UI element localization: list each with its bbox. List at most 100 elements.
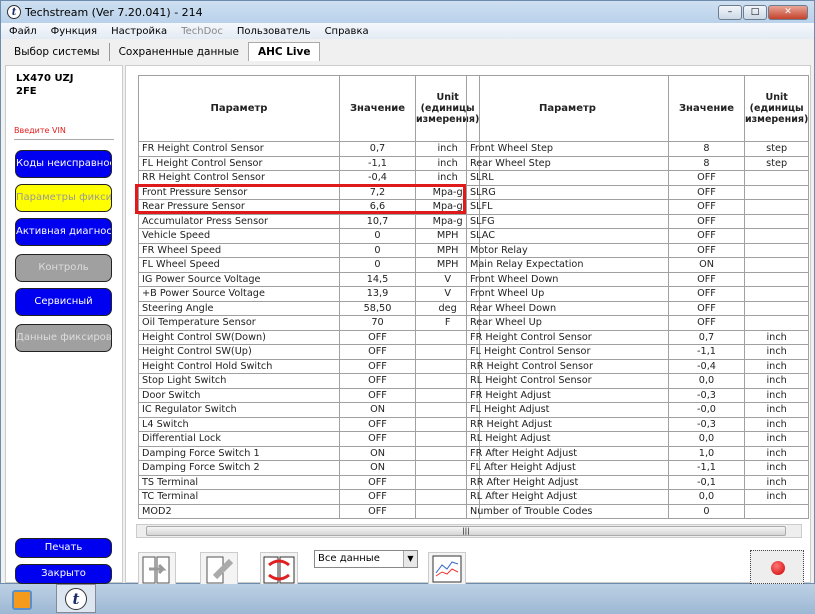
table-row[interactable]: IG Power Source Voltage 14,5 V — [138, 271, 481, 287]
table-row[interactable]: SLFL OFF — [466, 199, 810, 215]
media-player-icon[interactable] — [12, 590, 32, 610]
table-row[interactable]: Front Wheel Up OFF — [466, 286, 810, 302]
table-row[interactable]: SLAC OFF — [466, 228, 810, 244]
vin-prompt[interactable]: Введите VIN — [14, 126, 66, 135]
table-row[interactable]: Rear Wheel Down OFF — [466, 300, 810, 316]
data-filter-dropdown[interactable]: Все данные ▼ — [314, 550, 418, 568]
sort-button[interactable] — [200, 552, 238, 586]
column-header-value[interactable]: Значение — [339, 75, 416, 142]
taskbar-techstream[interactable]: t — [56, 584, 96, 613]
menu-file[interactable]: Файл — [9, 26, 37, 37]
table-row[interactable]: SLFG OFF — [466, 213, 810, 229]
print-button[interactable]: Печать — [15, 538, 112, 558]
table-row[interactable]: FL Height Control Sensor -1,1 inch — [138, 155, 481, 171]
table-row[interactable]: Oil Temperature Sensor 70 F — [138, 315, 481, 331]
cell-param: SLFL — [466, 199, 669, 215]
table-row[interactable]: Steering Angle 58,50 deg — [138, 300, 481, 316]
select-params-button[interactable] — [138, 552, 176, 586]
column-header-value[interactable]: Значение — [668, 75, 745, 142]
tab-system-select[interactable]: Выбор системы — [5, 43, 110, 61]
table-row[interactable]: Height Control SW(Down) OFF — [138, 329, 481, 345]
highlight-box — [135, 184, 466, 214]
column-header-unit[interactable]: Unit (единицы измерения) — [743, 75, 810, 142]
minimize-button[interactable]: – — [718, 5, 742, 20]
table-row[interactable]: FR Height Control Sensor 0,7 inch — [138, 141, 481, 157]
table-row[interactable]: FR Height Control Sensor 0,7 inch — [466, 329, 810, 345]
table-row[interactable]: FL Height Control Sensor -1,1 inch — [466, 344, 810, 360]
table-row[interactable]: RL Height Control Sensor 0,0 inch — [466, 373, 810, 389]
table-row[interactable]: FL Height Adjust -0,0 inch — [466, 402, 810, 418]
horizontal-scrollbar[interactable]: ||| — [136, 524, 802, 538]
chevron-down-icon[interactable]: ▼ — [403, 551, 417, 567]
table-row[interactable]: TS Terminal OFF — [138, 474, 481, 490]
table-row[interactable]: FR After Height Adjust 1,0 inch — [466, 445, 810, 461]
table-row[interactable]: FL Wheel Speed 0 MPH — [138, 257, 481, 273]
table-row[interactable]: Door Switch OFF — [138, 387, 481, 403]
table-row[interactable]: RR Height Control Sensor -0,4 inch — [466, 358, 810, 374]
table-row[interactable]: Front Wheel Down OFF — [466, 271, 810, 287]
scrollbar-thumb[interactable]: ||| — [146, 526, 786, 536]
menu-user[interactable]: Пользователь — [237, 26, 311, 37]
table-row[interactable]: Front Wheel Step 8 step — [466, 141, 810, 157]
cell-param: RR After Height Adjust — [466, 474, 669, 490]
table-row[interactable]: Rear Wheel Up OFF — [466, 315, 810, 331]
table-row[interactable]: Motor Relay OFF — [466, 242, 810, 258]
service-button[interactable]: Сервисный — [15, 288, 112, 316]
freeze-data-button[interactable]: Данные фиксированного — [15, 324, 112, 352]
table-row[interactable]: MOD2 OFF — [138, 503, 481, 519]
monitor-button[interactable]: Контроль — [15, 254, 112, 282]
table-row[interactable]: RR Height Control Sensor -0,4 inch — [138, 170, 481, 186]
menu-bar: Файл Функция Настройка TechDoc Пользоват… — [1, 23, 814, 39]
tab-saved-data[interactable]: Сохраненные данные — [110, 43, 248, 61]
table-row[interactable]: Differential Lock OFF — [138, 431, 481, 447]
close-button[interactable]: ✕ — [768, 5, 808, 20]
table-row[interactable]: RR After Height Adjust -0,1 inch — [466, 474, 810, 490]
table-row[interactable]: FR Wheel Speed 0 MPH — [138, 242, 481, 258]
swap-button[interactable] — [260, 552, 298, 586]
table-row[interactable]: RL Height Adjust 0,0 inch — [466, 431, 810, 447]
table-row[interactable]: +B Power Source Voltage 13,9 V — [138, 286, 481, 302]
cell-value: -0,3 — [668, 387, 745, 403]
menu-function[interactable]: Функция — [51, 26, 97, 37]
table-row[interactable]: FR Height Adjust -0,3 inch — [466, 387, 810, 403]
column-header-param[interactable]: Параметр — [138, 75, 340, 142]
cell-value: OFF — [339, 503, 416, 519]
graph-button[interactable] — [428, 552, 466, 586]
table-row[interactable]: SLRL OFF — [466, 170, 810, 186]
cell-value: OFF — [339, 344, 416, 360]
table-row[interactable]: TC Terminal OFF — [138, 489, 481, 505]
table-row[interactable]: SLRG OFF — [466, 184, 810, 200]
table-row[interactable]: Damping Force Switch 2 ON — [138, 460, 481, 476]
table-row[interactable]: Height Control SW(Up) OFF — [138, 344, 481, 360]
table-row[interactable]: L4 Switch OFF — [138, 416, 481, 432]
maximize-button[interactable]: □ — [743, 5, 767, 20]
tab-ahc-live[interactable]: AHC Live — [247, 42, 321, 61]
table-row[interactable]: FL After Height Adjust -1,1 inch — [466, 460, 810, 476]
table-row[interactable]: IC Regulator Switch ON — [138, 402, 481, 418]
freeze-frame-button[interactable]: Параметры фиксированного — [15, 184, 112, 212]
dtc-button[interactable]: Коды неисправности — [15, 150, 112, 178]
cell-value: 8 — [668, 155, 745, 171]
table-row[interactable]: RR Height Adjust -0,3 inch — [466, 416, 810, 432]
cell-param: FR Height Control Sensor — [466, 329, 669, 345]
active-test-button[interactable]: Активная диагностика — [15, 218, 112, 246]
cell-value: OFF — [668, 271, 745, 287]
table-row[interactable]: Accumulator Press Sensor 10,7 Mpa-g — [138, 213, 481, 229]
table-row[interactable]: Vehicle Speed 0 MPH — [138, 228, 481, 244]
cell-param: MOD2 — [138, 503, 340, 519]
column-header-param[interactable]: Параметр — [466, 75, 669, 142]
close-session-button[interactable]: Закрыто — [15, 564, 112, 584]
table-row[interactable]: Rear Wheel Step 8 step — [466, 155, 810, 171]
table-row[interactable]: Main Relay Expectation ON — [466, 257, 810, 273]
menu-settings[interactable]: Настройка — [111, 26, 167, 37]
table-row[interactable]: Stop Light Switch OFF — [138, 373, 481, 389]
menu-techdoc[interactable]: TechDoc — [181, 26, 223, 37]
menu-help[interactable]: Справка — [325, 26, 369, 37]
table-row[interactable]: Height Control Hold Switch OFF — [138, 358, 481, 374]
table-row[interactable]: Damping Force Switch 1 ON — [138, 445, 481, 461]
record-button[interactable] — [750, 550, 804, 584]
table-row[interactable]: Number of Trouble Codes 0 — [466, 503, 810, 519]
cell-value: 14,5 — [339, 271, 416, 287]
table-row[interactable]: RL After Height Adjust 0,0 inch — [466, 489, 810, 505]
cell-unit — [743, 257, 810, 273]
